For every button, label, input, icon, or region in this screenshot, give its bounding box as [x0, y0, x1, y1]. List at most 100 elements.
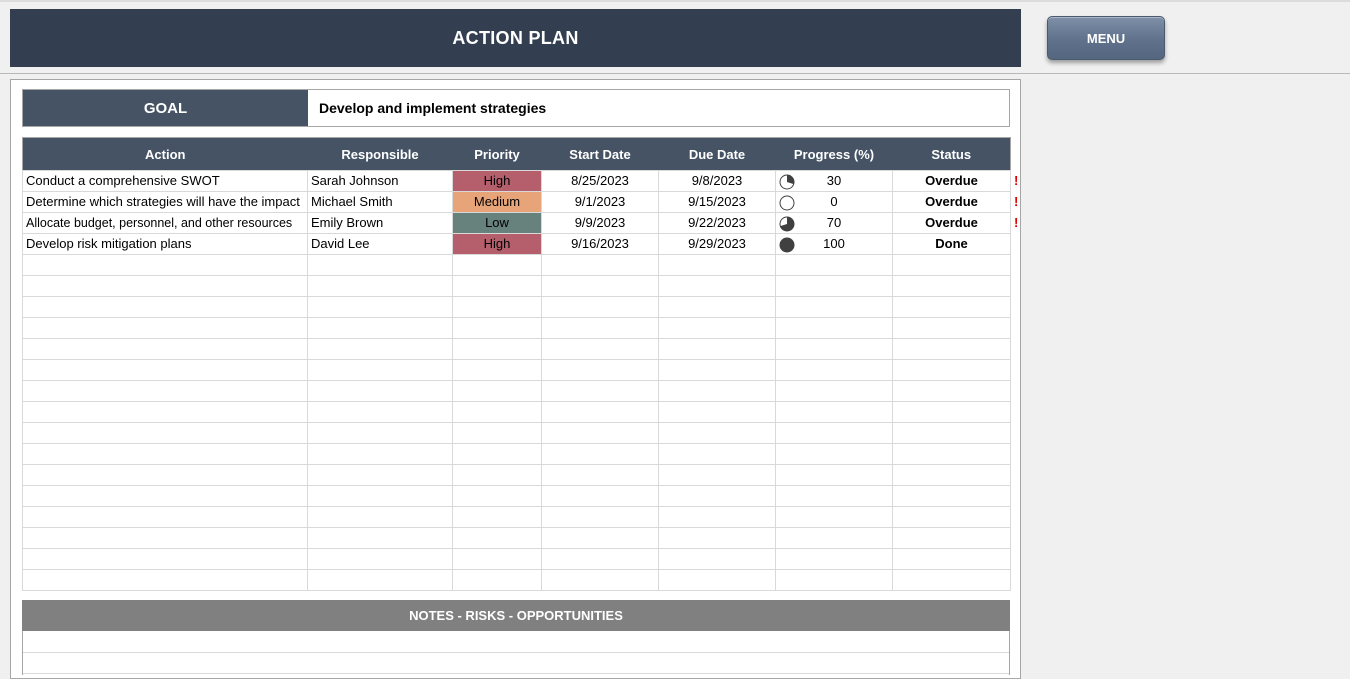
- empty-cell[interactable]: [892, 380, 1011, 402]
- start-date-cell[interactable]: 8/25/2023: [541, 170, 659, 192]
- empty-cell[interactable]: [541, 548, 659, 570]
- empty-cell[interactable]: [892, 401, 1011, 423]
- priority-cell[interactable]: High: [452, 233, 542, 255]
- empty-cell[interactable]: [22, 527, 308, 549]
- priority-cell[interactable]: Medium: [452, 191, 542, 213]
- empty-cell[interactable]: [452, 548, 542, 570]
- empty-cell[interactable]: [307, 380, 453, 402]
- empty-cell[interactable]: [22, 401, 308, 423]
- empty-cell[interactable]: [452, 359, 542, 381]
- empty-cell[interactable]: [658, 275, 776, 297]
- priority-cell[interactable]: High: [452, 170, 542, 192]
- empty-cell[interactable]: [307, 569, 453, 591]
- empty-cell[interactable]: [452, 527, 542, 549]
- empty-cell[interactable]: [307, 485, 453, 507]
- empty-cell[interactable]: [22, 464, 308, 486]
- action-cell[interactable]: Allocate budget, personnel, and other re…: [22, 212, 308, 234]
- empty-cell[interactable]: [658, 527, 776, 549]
- empty-cell[interactable]: [541, 254, 659, 276]
- empty-cell[interactable]: [775, 338, 893, 360]
- empty-cell[interactable]: [658, 548, 776, 570]
- empty-cell[interactable]: [775, 359, 893, 381]
- empty-cell[interactable]: [775, 275, 893, 297]
- empty-cell[interactable]: [541, 485, 659, 507]
- empty-cell[interactable]: [775, 317, 893, 339]
- empty-cell[interactable]: [452, 569, 542, 591]
- empty-cell[interactable]: [22, 422, 308, 444]
- empty-cell[interactable]: [307, 527, 453, 549]
- start-date-cell[interactable]: 9/1/2023: [541, 191, 659, 213]
- empty-cell[interactable]: [307, 548, 453, 570]
- due-date-cell[interactable]: 9/22/2023: [658, 212, 776, 234]
- empty-cell[interactable]: [307, 275, 453, 297]
- empty-cell[interactable]: [307, 338, 453, 360]
- empty-cell[interactable]: [775, 548, 893, 570]
- empty-cell[interactable]: [775, 422, 893, 444]
- empty-cell[interactable]: [541, 443, 659, 465]
- empty-cell[interactable]: [892, 527, 1011, 549]
- empty-cell[interactable]: [541, 569, 659, 591]
- empty-cell[interactable]: [775, 296, 893, 318]
- empty-cell[interactable]: [307, 359, 453, 381]
- empty-cell[interactable]: [658, 569, 776, 591]
- empty-cell[interactable]: [658, 254, 776, 276]
- priority-cell[interactable]: Low: [452, 212, 542, 234]
- empty-cell[interactable]: [452, 401, 542, 423]
- empty-cell[interactable]: [541, 275, 659, 297]
- empty-cell[interactable]: [658, 464, 776, 486]
- empty-cell[interactable]: [775, 254, 893, 276]
- empty-cell[interactable]: [775, 401, 893, 423]
- status-cell[interactable]: Overdue !: [892, 212, 1018, 234]
- start-date-cell[interactable]: 9/9/2023: [541, 212, 659, 234]
- empty-cell[interactable]: [307, 443, 453, 465]
- empty-cell[interactable]: [892, 506, 1011, 528]
- empty-cell[interactable]: [452, 254, 542, 276]
- empty-cell[interactable]: [22, 254, 308, 276]
- empty-cell[interactable]: [892, 443, 1011, 465]
- empty-cell[interactable]: [452, 380, 542, 402]
- empty-cell[interactable]: [775, 569, 893, 591]
- empty-cell[interactable]: [452, 506, 542, 528]
- empty-cell[interactable]: [892, 569, 1011, 591]
- empty-cell[interactable]: [892, 359, 1011, 381]
- empty-cell[interactable]: [775, 380, 893, 402]
- menu-button[interactable]: MENU: [1047, 16, 1165, 60]
- empty-cell[interactable]: [775, 506, 893, 528]
- empty-cell[interactable]: [307, 422, 453, 444]
- due-date-cell[interactable]: 9/8/2023: [658, 170, 776, 192]
- empty-cell[interactable]: [541, 527, 659, 549]
- empty-cell[interactable]: [892, 317, 1011, 339]
- empty-cell[interactable]: [658, 296, 776, 318]
- empty-cell[interactable]: [658, 380, 776, 402]
- empty-cell[interactable]: [307, 317, 453, 339]
- empty-cell[interactable]: [541, 380, 659, 402]
- empty-cell[interactable]: [22, 485, 308, 507]
- responsible-cell[interactable]: David Lee: [307, 233, 453, 255]
- empty-cell[interactable]: [658, 359, 776, 381]
- empty-cell[interactable]: [775, 464, 893, 486]
- empty-cell[interactable]: [307, 254, 453, 276]
- responsible-cell[interactable]: Michael Smith: [307, 191, 453, 213]
- empty-cell[interactable]: [22, 317, 308, 339]
- progress-cell[interactable]: 0: [775, 191, 893, 213]
- empty-cell[interactable]: [22, 569, 308, 591]
- action-cell[interactable]: Conduct a comprehensive SWOT: [22, 170, 308, 192]
- notes-area[interactable]: [22, 631, 1010, 675]
- empty-cell[interactable]: [541, 422, 659, 444]
- empty-cell[interactable]: [307, 464, 453, 486]
- empty-cell[interactable]: [658, 506, 776, 528]
- empty-cell[interactable]: [658, 338, 776, 360]
- empty-cell[interactable]: [541, 464, 659, 486]
- empty-cell[interactable]: [775, 527, 893, 549]
- empty-cell[interactable]: [658, 485, 776, 507]
- empty-cell[interactable]: [541, 338, 659, 360]
- empty-cell[interactable]: [541, 401, 659, 423]
- empty-cell[interactable]: [22, 506, 308, 528]
- empty-cell[interactable]: [541, 506, 659, 528]
- due-date-cell[interactable]: 9/29/2023: [658, 233, 776, 255]
- empty-cell[interactable]: [892, 338, 1011, 360]
- empty-cell[interactable]: [307, 506, 453, 528]
- empty-cell[interactable]: [892, 275, 1011, 297]
- start-date-cell[interactable]: 9/16/2023: [541, 233, 659, 255]
- empty-cell[interactable]: [658, 422, 776, 444]
